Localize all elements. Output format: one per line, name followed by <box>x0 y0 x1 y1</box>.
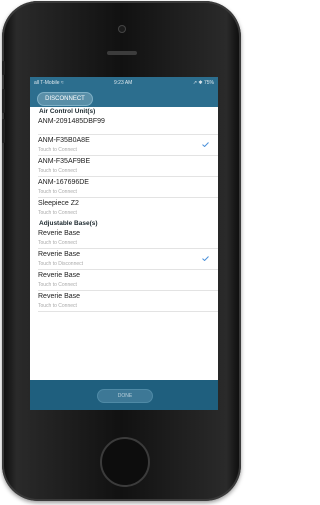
list-item[interactable]: ANM-2091485DBF99 <box>30 116 218 135</box>
list-item[interactable]: Reverie Base Touch to Connect <box>30 270 218 291</box>
device-list: Air Control Unit(s) ANM-2091485DBF99 ANM… <box>30 107 218 380</box>
device-name: ANM-F35B0A8E <box>38 137 90 144</box>
phone-frame: all T-Mobile ≈ 9:23 AM ↗ ✱ 75% DISCONNEC… <box>2 1 241 501</box>
list-item[interactable]: Sleepiece Z2 Touch to Connect <box>30 198 218 219</box>
list-item[interactable]: ANM-F35B0A8E Touch to Connect <box>30 135 218 156</box>
section-title: Air Control Unit(s) <box>39 108 96 115</box>
device-name: Reverie Base <box>38 272 81 279</box>
section-header-air-control: Air Control Unit(s) <box>30 107 218 116</box>
device-name: ANM-2091485DBF99 <box>38 118 105 125</box>
clock-label: 9:23 AM <box>114 80 133 86</box>
footer-bar: DONE <box>30 380 218 410</box>
section-title: Adjustable Base(s) <box>39 220 98 227</box>
list-item[interactable]: Reverie Base Touch to Connect <box>30 291 218 312</box>
device-action-hint: Touch to Connect <box>38 282 77 288</box>
list-item[interactable]: Reverie Base Touch to Disconnect <box>30 249 218 270</box>
device-action-hint: Touch to Connect <box>38 147 77 153</box>
device-name: Sleepiece Z2 <box>38 200 79 207</box>
mute-switch <box>2 61 5 75</box>
device-action-hint: Touch to Disconnect <box>38 261 84 267</box>
battery-label: ↗ ✱ 75% <box>192 80 214 86</box>
device-name: ANM-167696DE <box>38 179 89 186</box>
device-action-hint: Touch to Connect <box>38 240 77 246</box>
earpiece-speaker <box>107 51 137 55</box>
checkmark-icon <box>202 256 209 261</box>
home-button[interactable] <box>100 437 150 487</box>
done-button[interactable]: DONE <box>97 389 153 403</box>
volume-up-button <box>2 89 5 113</box>
front-camera <box>118 25 126 33</box>
device-name: ANM-F35AF9BE <box>38 158 91 165</box>
device-action-hint: Touch to Connect <box>38 189 77 195</box>
row-divider <box>38 311 218 312</box>
app-screen: all T-Mobile ≈ 9:23 AM ↗ ✱ 75% DISCONNEC… <box>30 77 218 410</box>
list-item[interactable]: ANM-F35AF9BE Touch to Connect <box>30 156 218 177</box>
volume-down-button <box>2 119 5 143</box>
section-header-adjustable-base: Adjustable Base(s) <box>30 219 218 228</box>
checkmark-icon <box>202 142 209 147</box>
device-name: Reverie Base <box>38 230 81 237</box>
status-bar: all T-Mobile ≈ 9:23 AM ↗ ✱ 75% <box>30 77 218 89</box>
disconnect-button[interactable]: DISCONNECT <box>37 92 93 106</box>
device-action-hint: Touch to Connect <box>38 210 77 216</box>
device-name: Reverie Base <box>38 293 81 300</box>
nav-bar: DISCONNECT <box>30 89 218 107</box>
device-action-hint: Touch to Connect <box>38 168 77 174</box>
device-action-hint: Touch to Connect <box>38 303 77 309</box>
list-item[interactable]: Reverie Base Touch to Connect <box>30 228 218 249</box>
carrier-label: all T-Mobile ≈ <box>34 80 64 86</box>
list-item[interactable]: ANM-167696DE Touch to Connect <box>30 177 218 198</box>
device-name: Reverie Base <box>38 251 81 258</box>
